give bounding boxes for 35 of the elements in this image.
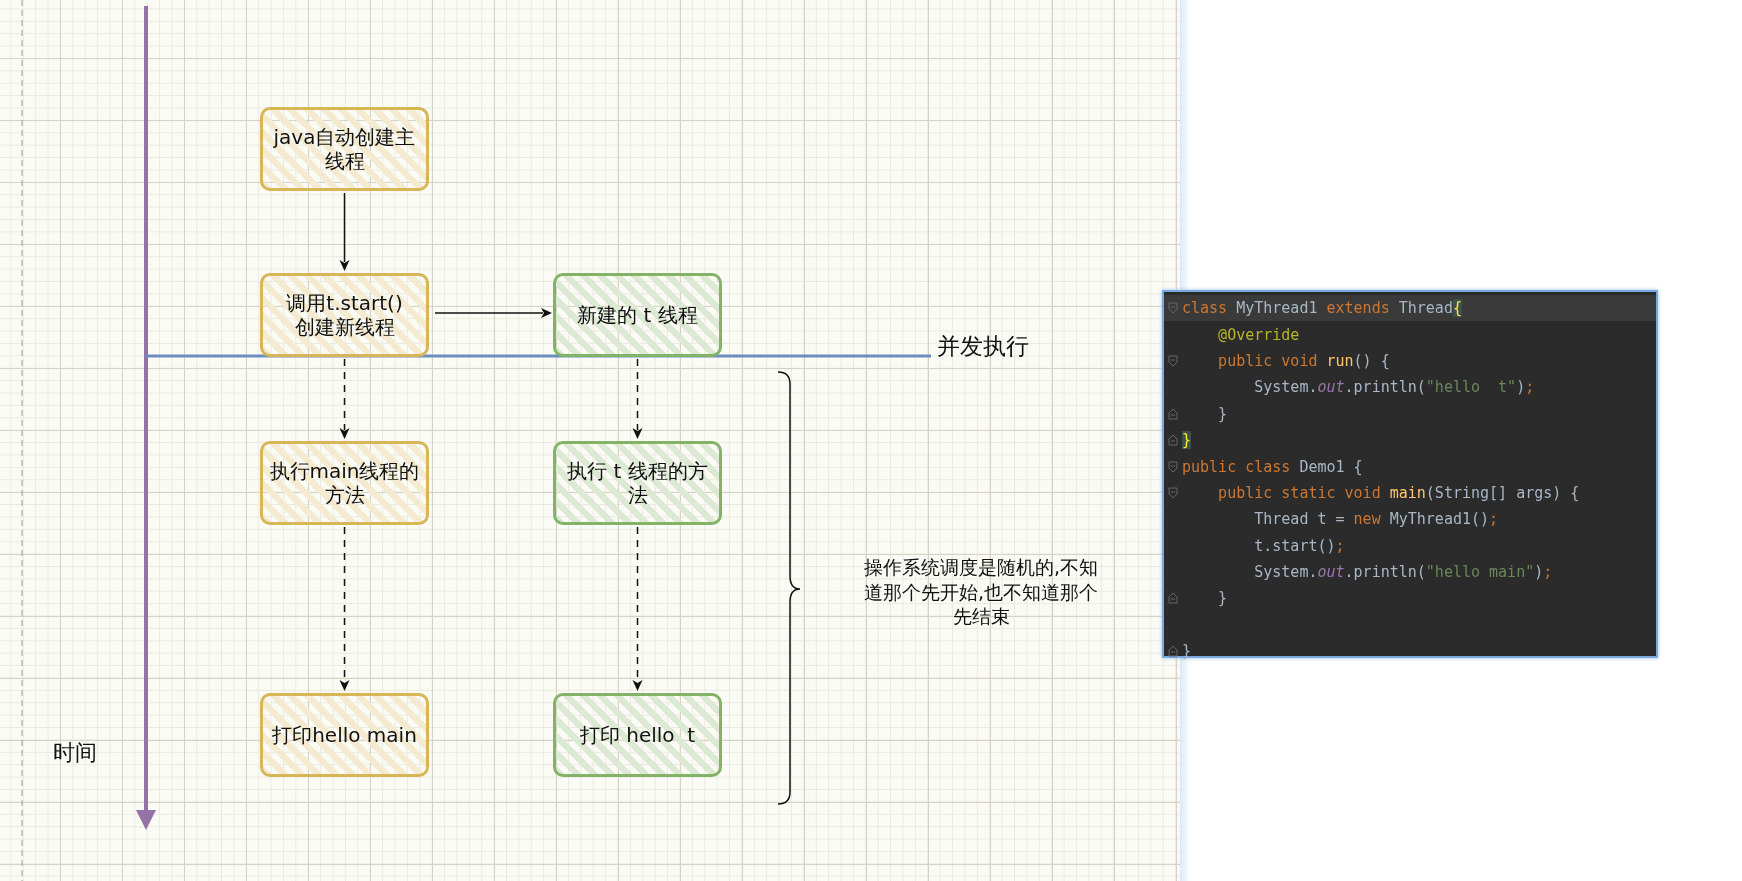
node-label: 调用t.start() [286,291,403,315]
note-text: 操作系统调度是随机的,不知 [863,555,1098,580]
node-label: 法 [627,483,648,507]
node-label: 打印hello main [272,723,417,747]
code-line: @Override [1217,325,1300,344]
code-line: public static void main(String[] args) { [1217,483,1580,502]
node-label: 执行main线程的 [269,459,420,483]
code-line: public void run() { [1217,351,1390,370]
fold-icon[interactable] [1168,434,1178,447]
note-text: 先结束 [952,604,1010,630]
fold-icon[interactable] [1168,460,1178,473]
fold-icon[interactable] [1168,407,1178,420]
code-line: t.start(); [1253,536,1345,555]
node-label: 线程 [324,149,365,173]
code-line: } [1217,404,1228,423]
fold-icon[interactable] [1168,354,1178,367]
note-text: 道那个先开始,也不知道那个 [863,579,1098,605]
code-line: System.out.println("hello main"); [1253,563,1553,582]
node-label: 创建新线程 [294,315,395,339]
fold-icon[interactable] [1168,592,1178,605]
time-label: 时间 [53,739,97,767]
code-line: Thread t = new MyThread1(); [1253,510,1499,529]
code-line: class MyThread1 extends Thread{ [1182,299,1462,318]
node-label: java自动创建主 [273,125,416,149]
node-label: 方法 [324,483,365,507]
node-label: 执行 t 线程的方 [567,459,708,483]
code-line: public class Demo1 { [1182,457,1363,476]
node-label: 打印 hello t [579,723,696,747]
fold-icon[interactable] [1168,486,1178,499]
code-line: } [1217,589,1228,608]
node-label: 新建的 t 线程 [577,303,698,327]
concurrency-label: 并发执行 [937,332,1029,361]
code-line: } [1182,642,1192,661]
fold-icon[interactable] [1168,645,1178,658]
code-line: System.out.println("hello t"); [1253,378,1535,397]
